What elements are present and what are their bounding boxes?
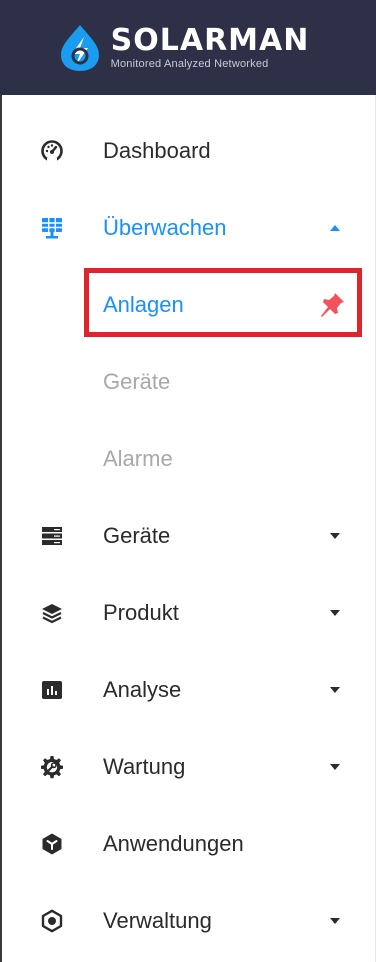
solar-panel-icon <box>40 216 64 240</box>
sidebar-header: SOLARMAN Monitored Analyzed Networked <box>0 0 376 95</box>
sidebar-item-wartung[interactable]: Wartung <box>0 728 376 805</box>
chevron-down-icon[interactable] <box>328 762 342 772</box>
pin-icon[interactable] <box>318 291 346 319</box>
brand-tagline: Monitored Analyzed Networked <box>110 57 269 70</box>
server-icon <box>40 524 64 548</box>
sidebar-item-label: Dashboard <box>103 137 211 163</box>
hexagon-cube-icon <box>40 832 64 856</box>
submenu-item-alarme[interactable]: Alarme <box>0 420 376 497</box>
sidebar-item-label: Analyse <box>103 676 182 702</box>
brand-logo-link[interactable]: SOLARMAN Monitored Analyzed Networked <box>57 23 310 73</box>
submenu-item-label: Anlagen <box>103 291 184 317</box>
sidebar-item-label: Verwaltung <box>103 907 212 933</box>
sidebar-item-verwaltung[interactable]: Verwaltung <box>0 882 376 959</box>
sidebar-item-dashboard[interactable]: Dashboard <box>0 112 376 189</box>
sidebar-menu: Dashboard Überwachen Anlagen Geräte Alar… <box>0 112 376 959</box>
sidebar-item-anwendungen[interactable]: Anwendungen <box>0 805 376 882</box>
chevron-up-icon[interactable] <box>328 223 342 233</box>
submenu-item-geraete[interactable]: Geräte <box>0 343 376 420</box>
submenu-item-label: Alarme <box>103 445 173 471</box>
sidebar-item-ueberwachen[interactable]: Überwachen <box>0 189 376 266</box>
sidebar-app: SOLARMAN Monitored Analyzed Networked Da… <box>0 0 376 962</box>
speedometer-icon <box>40 139 64 163</box>
sidebar-item-label: Überwachen <box>103 214 227 240</box>
chevron-down-icon[interactable] <box>328 916 342 926</box>
gear-wrench-icon <box>40 755 64 779</box>
sidebar-item-geraete[interactable]: Geräte <box>0 497 376 574</box>
submenu-item-label: Geräte <box>103 368 171 394</box>
layers-icon <box>40 601 64 625</box>
sidebar-item-label: Wartung <box>103 753 186 779</box>
sidebar-item-label: Geräte <box>103 522 171 548</box>
sidebar-item-analyse[interactable]: Analyse <box>0 651 376 728</box>
bar-chart-icon <box>40 678 64 702</box>
hexagon-circle-icon <box>40 909 64 933</box>
chevron-down-icon[interactable] <box>328 531 342 541</box>
solarman-logo-icon <box>60 24 99 71</box>
sidebar-item-label: Produkt <box>103 599 179 625</box>
submenu-item-anlagen[interactable]: Anlagen <box>0 266 376 343</box>
sidebar-item-produkt[interactable]: Produkt <box>0 574 376 651</box>
brand-name: SOLARMAN <box>110 22 310 58</box>
sidebar-item-label: Anwendungen <box>103 830 244 856</box>
chevron-down-icon[interactable] <box>328 685 342 695</box>
chevron-down-icon[interactable] <box>328 608 342 618</box>
